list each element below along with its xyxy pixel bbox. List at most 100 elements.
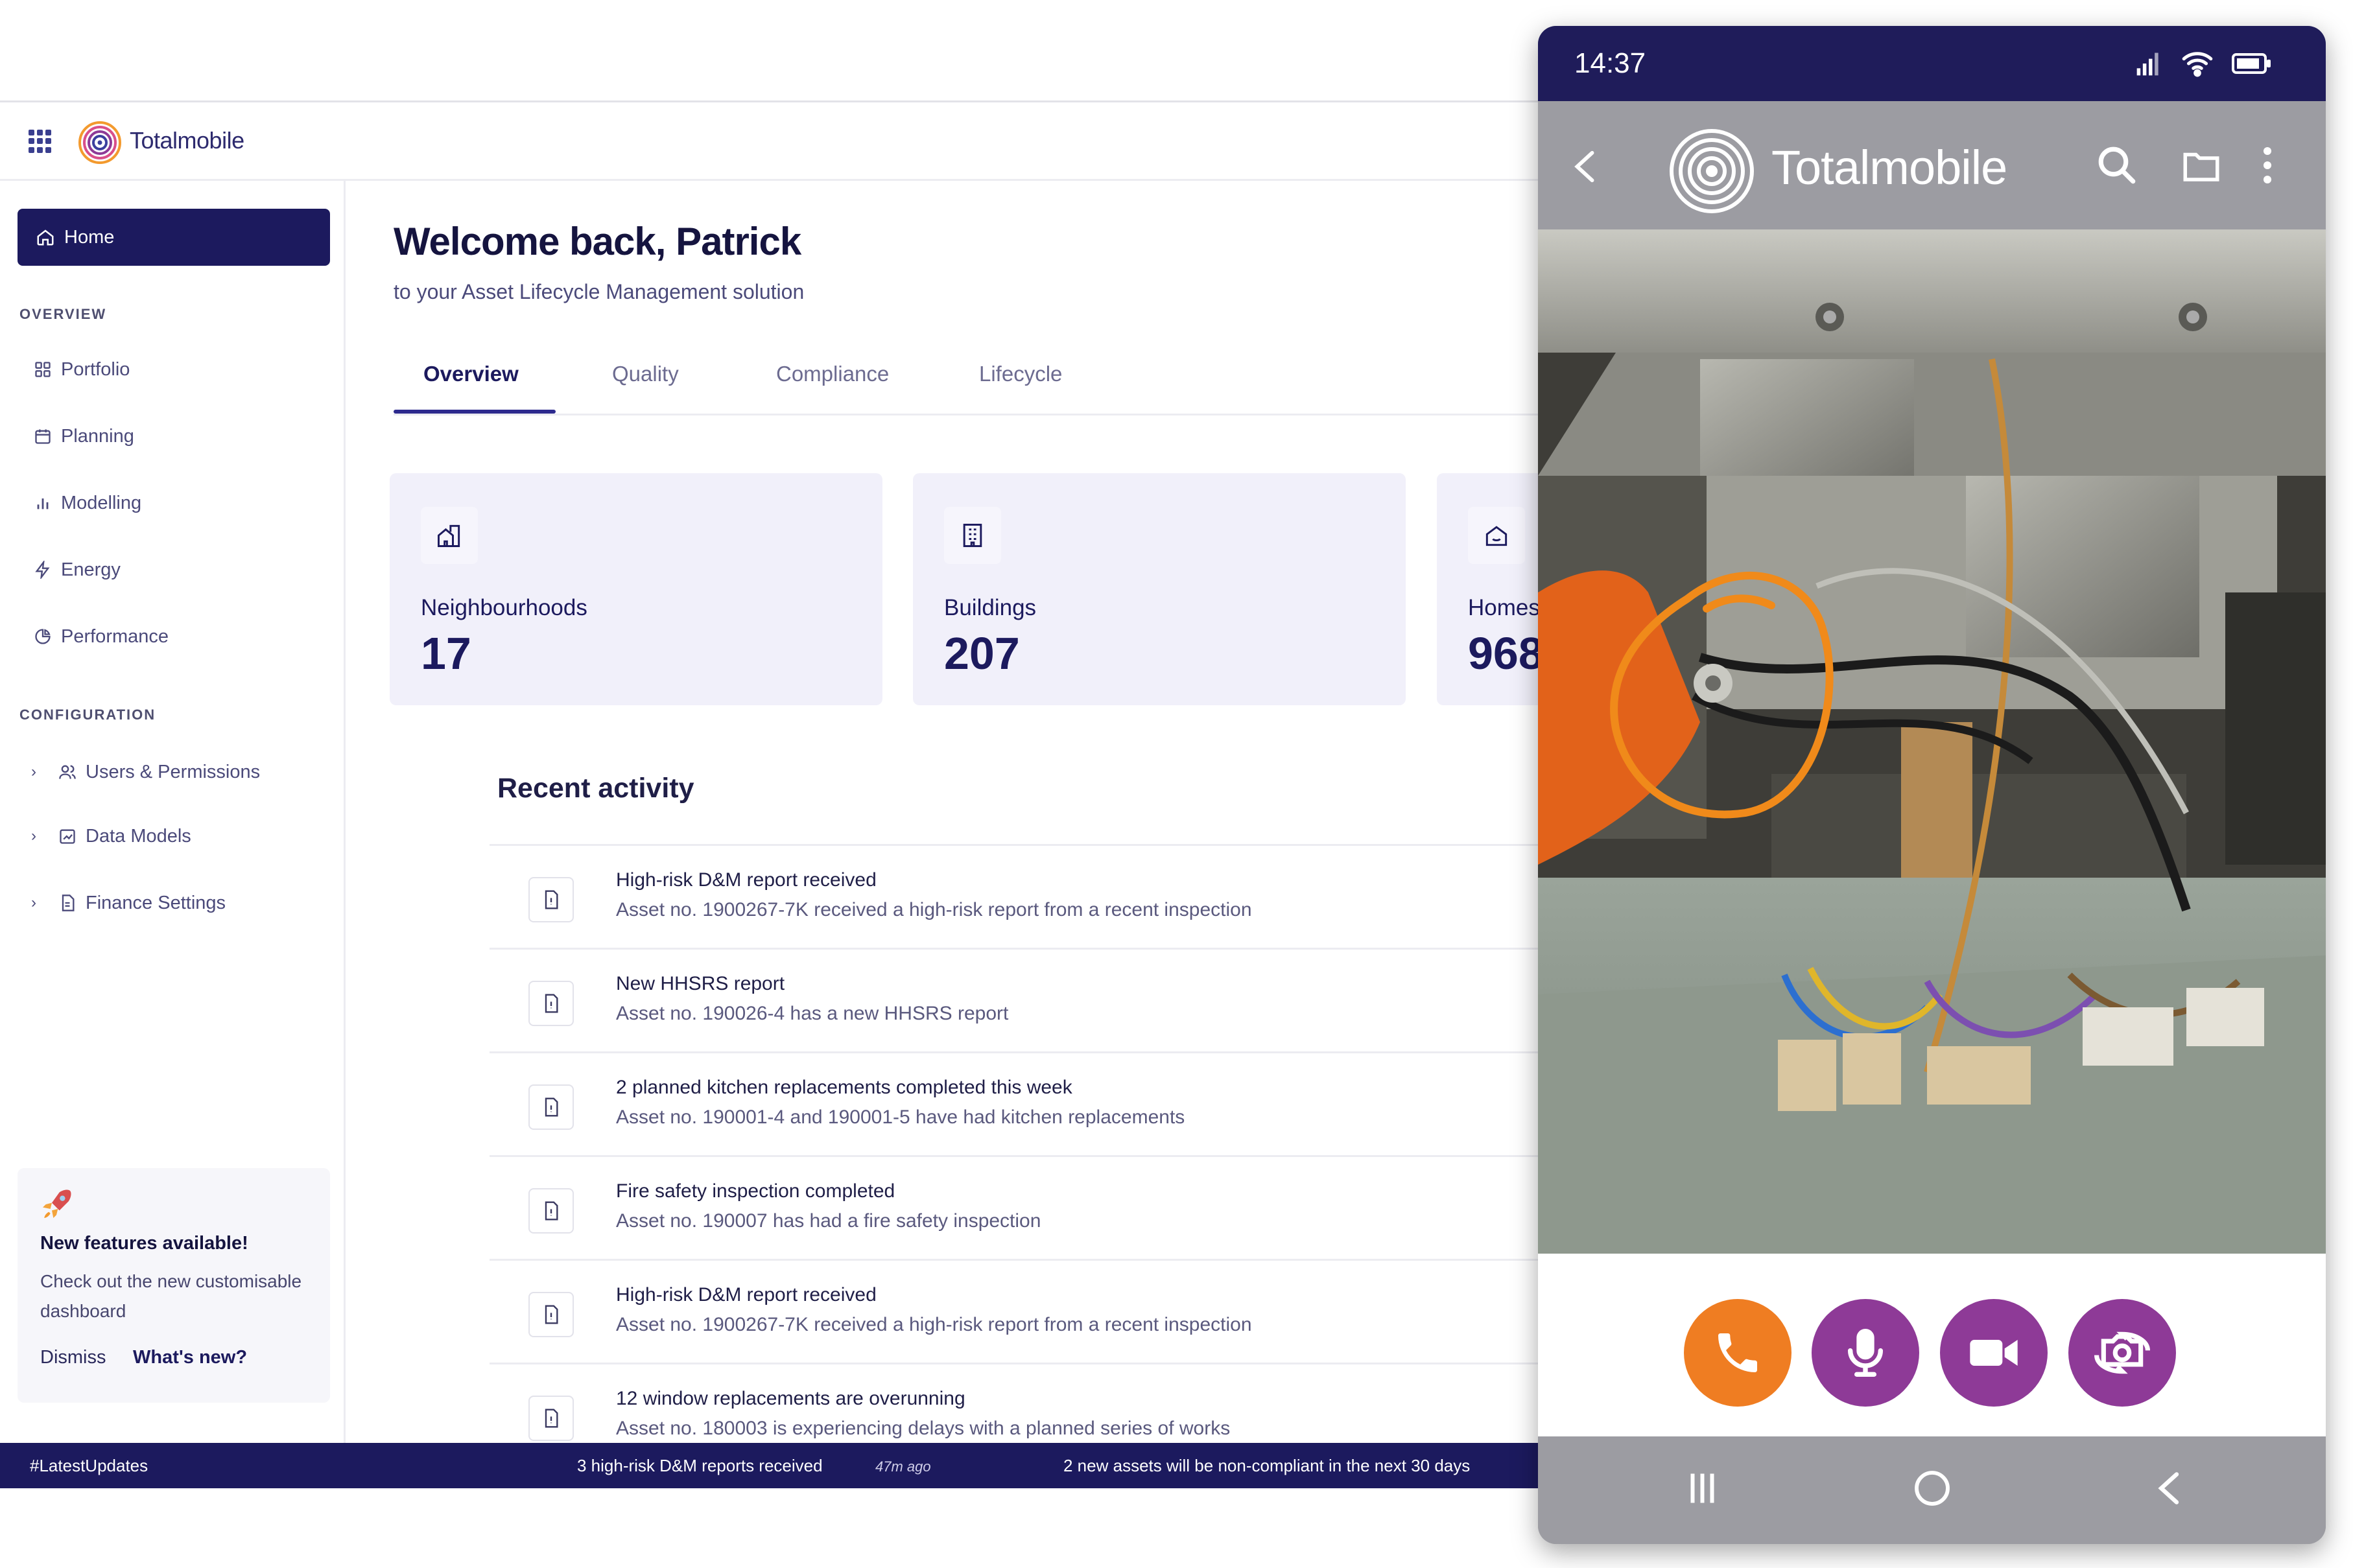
- promo-body: Check out the new customisable dashboard: [40, 1271, 302, 1321]
- video-button[interactable]: [1940, 1299, 2048, 1407]
- switch-camera-button[interactable]: [2068, 1299, 2176, 1407]
- document-icon: [528, 981, 574, 1026]
- search-icon[interactable]: [2096, 144, 2138, 187]
- page-title: Welcome back, Patrick: [394, 220, 801, 263]
- stat-label: Neighbourhoods: [421, 595, 587, 620]
- mobile-app-header: Totalmobile: [1538, 101, 2326, 229]
- sidebar-item-data-models[interactable]: › Data Models: [31, 817, 191, 856]
- document-icon: [528, 1292, 574, 1337]
- sidebar-section-configuration: CONFIGURATION: [19, 707, 156, 723]
- status-time: 14:37: [1574, 47, 1646, 79]
- phone-icon: [1718, 1333, 1757, 1372]
- stat-card-neighbourhoods[interactable]: Neighbourhoods 17: [390, 473, 882, 705]
- neighbourhood-icon: [421, 507, 478, 564]
- live-video-feed[interactable]: [1538, 229, 2326, 1254]
- page-subtitle: to your Asset Lifecycle Management solut…: [394, 280, 805, 303]
- activity-description: Asset no. 190001-4 and 190001-5 have had…: [616, 1106, 1185, 1128]
- activity-item[interactable]: New HHSRS report Asset no. 190026-4 has …: [490, 948, 1556, 1053]
- activity-title: High-risk D&M report received: [616, 869, 877, 891]
- recent-activity-heading: Recent activity: [497, 773, 694, 804]
- home-icon: [1468, 507, 1525, 564]
- activity-item[interactable]: High-risk D&M report received Asset no. …: [490, 1259, 1556, 1364]
- sidebar-item-label: Data Models: [86, 825, 191, 847]
- promo-title: New features available!: [40, 1233, 248, 1254]
- chevron-right-icon: ›: [31, 827, 36, 845]
- activity-item[interactable]: 2 planned kitchen replacements completed…: [490, 1051, 1556, 1157]
- totalmobile-logo-icon: [78, 121, 121, 164]
- signal-icon: [2136, 53, 2158, 76]
- building-icon: [944, 507, 1001, 564]
- sidebar-item-portfolio[interactable]: Portfolio: [34, 350, 130, 389]
- status-bar: 14:37: [1538, 26, 2326, 101]
- tabs-divider: [394, 414, 1556, 415]
- activity-description: Asset no. 180003 is experiencing delays …: [616, 1418, 1231, 1439]
- sidebar-item-home[interactable]: Home: [18, 209, 330, 266]
- app-logo-text: Totalmobile: [130, 127, 244, 154]
- home-circle-icon[interactable]: [1911, 1468, 1953, 1509]
- sidebar-item-label: Modelling: [61, 492, 142, 513]
- document-icon: [528, 877, 574, 922]
- recent-apps-icon[interactable]: [1686, 1469, 1718, 1508]
- more-vertical-icon[interactable]: [2258, 144, 2277, 187]
- sidebar-item-modelling[interactable]: Modelling: [34, 484, 141, 522]
- rocket-icon: [43, 1189, 71, 1218]
- tab-quality[interactable]: Quality: [612, 362, 679, 386]
- totalmobile-logo-icon: [1670, 129, 1754, 213]
- tab-lifecycle[interactable]: Lifecycle: [979, 362, 1062, 386]
- mobile-logo-text: Totalmobile: [1771, 141, 2007, 194]
- call-button[interactable]: [1684, 1299, 1791, 1407]
- mobile-device: 14:37 Totalmobile: [1538, 26, 2326, 1544]
- activity-title: New HHSRS report: [616, 973, 785, 994]
- activity-title: Fire safety inspection completed: [616, 1180, 895, 1202]
- bar-chart-icon: [37, 498, 49, 509]
- sidebar-item-label: Energy: [61, 559, 121, 580]
- boiler-interior-image: [1538, 229, 2326, 1254]
- document-icon: [528, 1188, 574, 1234]
- chevron-right-icon: ›: [31, 894, 36, 911]
- stat-card-buildings[interactable]: Buildings 207: [913, 473, 1406, 705]
- activity-title: 2 planned kitchen replacements completed…: [616, 1077, 1072, 1098]
- activity-description: Asset no. 1900267-7K received a high-ris…: [616, 899, 1252, 920]
- sidebar-item-label: Planning: [61, 425, 134, 447]
- document-icon: [528, 1084, 574, 1130]
- whats-new-link[interactable]: What's new?: [133, 1347, 247, 1368]
- sidebar-item-label: Users & Permissions: [86, 761, 261, 782]
- stat-label: Buildings: [944, 595, 1037, 620]
- activity-item[interactable]: High-risk D&M report received Asset no. …: [490, 844, 1556, 950]
- tab-overview[interactable]: Overview: [423, 362, 519, 386]
- mute-button[interactable]: [1812, 1299, 1919, 1407]
- back-nav-icon[interactable]: [2154, 1470, 2182, 1506]
- activity-title: High-risk D&M report received: [616, 1284, 877, 1305]
- ticker-timestamp: 47m ago: [875, 1458, 931, 1475]
- chart-window-icon: [60, 829, 75, 844]
- sidebar-section-overview: OVERVIEW: [19, 306, 107, 322]
- ticker-item[interactable]: 2 new assets will be non-compliant in th…: [1063, 1456, 1470, 1476]
- sidebar-item-label: Finance Settings: [86, 892, 226, 913]
- ticker-item[interactable]: 3 high-risk D&M reports received: [577, 1456, 823, 1476]
- folder-icon[interactable]: [2180, 144, 2223, 187]
- sidebar-item-performance[interactable]: Performance: [34, 617, 169, 656]
- sidebar-item-users-permissions[interactable]: › Users & Permissions: [31, 753, 260, 791]
- stat-value: 968: [1468, 628, 1544, 679]
- tab-compliance[interactable]: Compliance: [776, 362, 889, 386]
- sidebar-item-finance-settings[interactable]: › Finance Settings: [31, 883, 226, 922]
- document-icon: [528, 1396, 574, 1441]
- users-icon: [59, 765, 76, 779]
- wifi-icon: [2182, 52, 2213, 77]
- dismiss-button[interactable]: Dismiss: [40, 1347, 106, 1368]
- activity-description: Asset no. 1900267-7K received a high-ris…: [616, 1314, 1252, 1335]
- android-nav-bar: [1538, 1436, 2326, 1544]
- activity-item[interactable]: 12 window replacements are overunning As…: [490, 1363, 1556, 1445]
- activity-item[interactable]: Fire safety inspection completed Asset n…: [490, 1155, 1556, 1261]
- sidebar-item-label: Portfolio: [61, 358, 130, 380]
- desktop-app: Totalmobile Home OVERVIEW Portfolio Plan…: [0, 0, 1930, 1491]
- back-arrow-icon[interactable]: [1570, 149, 1599, 184]
- lightning-icon: [35, 561, 50, 579]
- app-launcher-icon[interactable]: [29, 130, 52, 153]
- sidebar-item-planning[interactable]: Planning: [34, 417, 134, 456]
- activity-title: 12 window replacements are overunning: [616, 1388, 965, 1409]
- sidebar-item-energy[interactable]: Energy: [34, 550, 121, 589]
- chevron-right-icon: ›: [31, 763, 36, 780]
- home-icon: [37, 229, 54, 246]
- video-camera-icon: [1970, 1340, 2018, 1366]
